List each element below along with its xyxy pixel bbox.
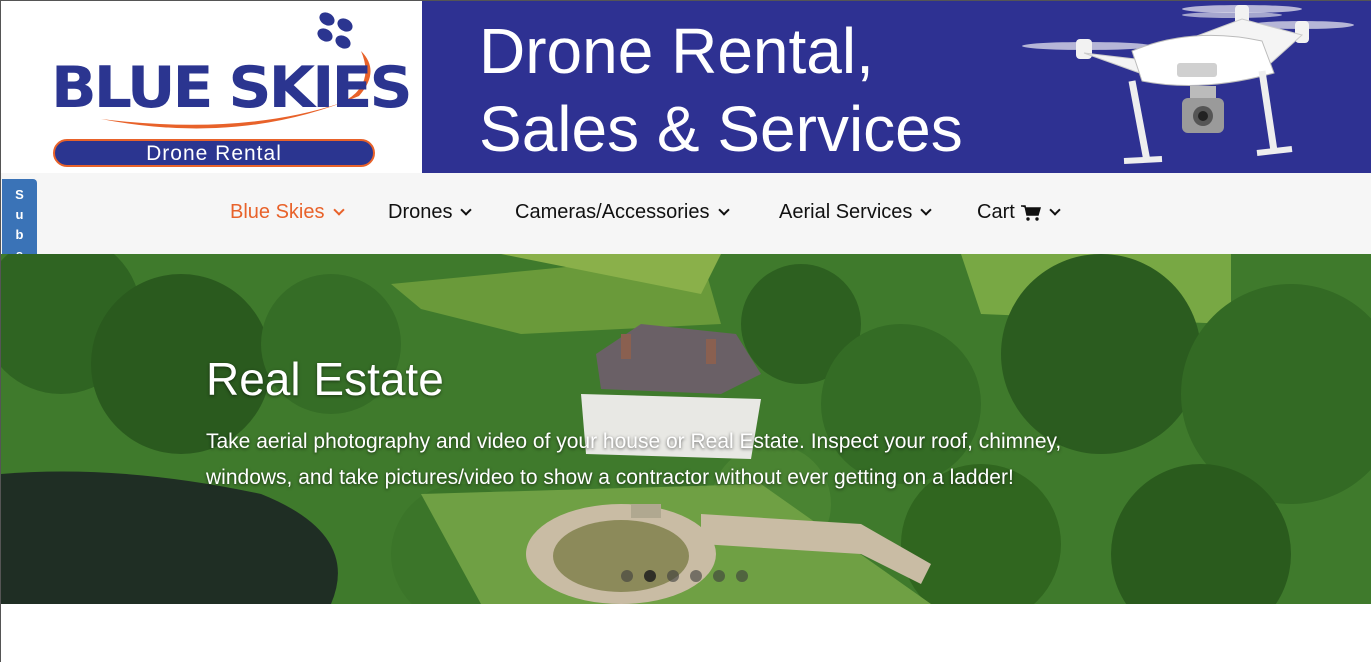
drone-icon xyxy=(1022,5,1354,164)
nav-item-aerial-services[interactable]: Aerial Services xyxy=(779,201,933,224)
nav-item-label: Cameras/Accessories xyxy=(515,201,710,223)
chevron-down-icon xyxy=(920,204,933,216)
nav-item-cart[interactable]: Cart xyxy=(977,201,1061,224)
slider-dot[interactable] xyxy=(690,570,702,582)
cart-icon xyxy=(1020,204,1041,221)
subscribe-letter: b xyxy=(15,227,24,242)
logo[interactable]: BLUE SKIES Drone Rental xyxy=(1,1,422,173)
slider-dot[interactable] xyxy=(713,570,725,582)
slider-pagination xyxy=(621,570,748,582)
chevron-down-icon xyxy=(1049,204,1061,216)
logo-text: BLUE SKIES xyxy=(51,54,413,122)
logo-subtitle-pill: Drone Rental xyxy=(53,139,375,167)
nav-item-label: Cart xyxy=(977,201,1015,223)
slider-dot[interactable] xyxy=(736,570,748,582)
nav-item-label: Aerial Services xyxy=(779,201,913,223)
nav-item-drones[interactable]: Drones xyxy=(388,201,473,224)
hero-description: Take aerial photography and video of you… xyxy=(206,430,1062,489)
banner-headline-line2: Sales & Services xyxy=(479,93,963,165)
chevron-down-icon xyxy=(332,204,345,216)
slider-dot-active[interactable] xyxy=(644,570,656,582)
page: BLUE SKIES Drone Rental Drone Rental, Sa… xyxy=(0,0,1371,662)
hero-title: Real Estate xyxy=(206,353,444,405)
logo-subtitle: Drone Rental xyxy=(146,142,282,165)
nav-item-label: Blue Skies xyxy=(230,201,325,223)
subscribe-letter: u xyxy=(15,207,24,222)
chevron-down-icon xyxy=(460,204,473,216)
nav-item-cameras-accessories[interactable]: Cameras/Accessories xyxy=(515,201,730,224)
chevron-down-icon xyxy=(717,204,730,216)
header-banner: Drone Rental, Sales & Services xyxy=(422,1,1371,173)
main-nav: Blue Skies Drones Cameras/Accessories Ae… xyxy=(1,173,1371,254)
slider-dot[interactable] xyxy=(667,570,679,582)
slider-dot[interactable] xyxy=(621,570,633,582)
nav-item-blue-skies[interactable]: Blue Skies xyxy=(230,201,345,224)
banner-headline-line1: Drone Rental, xyxy=(479,15,874,87)
site-header: BLUE SKIES Drone Rental Drone Rental, Sa… xyxy=(1,1,1371,173)
nav-item-label: Drones xyxy=(388,201,453,223)
subscribe-letter: S xyxy=(15,187,24,202)
hero-slider[interactable]: Real Estate Take aerial photography and … xyxy=(1,254,1371,604)
